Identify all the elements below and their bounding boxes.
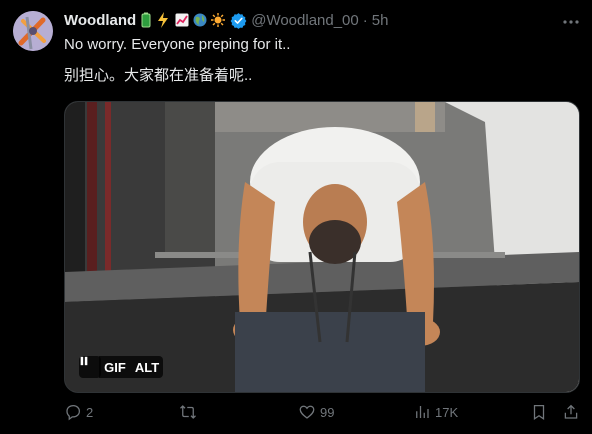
views-chart-icon	[416, 406, 429, 418]
pause-button[interactable]	[79, 356, 101, 378]
bookmark-button[interactable]	[530, 400, 548, 424]
globe-emoji	[193, 12, 207, 28]
share-icon	[564, 404, 578, 419]
chart-up-emoji	[175, 12, 189, 28]
bookmark-icon	[533, 404, 545, 420]
heart-icon	[299, 405, 315, 419]
tweet-header: Woodland @Woodland_00 · 5h	[64, 10, 388, 30]
tweet-text-line2: 别担心。大家都在准备着呢..	[64, 67, 253, 84]
tweet-media-gif[interactable]: GIF ALT	[64, 101, 580, 393]
reply-count: 2	[86, 404, 94, 420]
author-handle[interactable]: @Woodland_00	[251, 12, 359, 29]
views-button[interactable]: 17K	[413, 400, 458, 424]
retweet-icon	[180, 405, 196, 419]
avatar[interactable]	[13, 11, 53, 51]
like-count: 99	[320, 404, 335, 420]
verified-badge-icon	[230, 12, 247, 29]
reply-icon	[66, 404, 81, 421]
like-button[interactable]: 99	[298, 400, 334, 424]
tweet-text-line1: No worry. Everyone preping for it..	[64, 36, 291, 53]
gif-frame-image	[65, 102, 579, 392]
alt-text-button[interactable]: ALT	[131, 356, 163, 378]
share-button[interactable]	[562, 400, 580, 424]
separator-dot: ·	[362, 11, 368, 29]
more-options-icon[interactable]	[560, 12, 582, 32]
views-count: 17K	[435, 404, 459, 420]
tweet-time[interactable]: 5h	[372, 12, 389, 29]
battery-emoji	[139, 12, 153, 28]
tweet-actions-bar: 2 99 17K	[0, 400, 592, 424]
gif-label-button[interactable]: GIF	[99, 356, 131, 378]
author-name[interactable]: Woodland	[64, 12, 136, 29]
reply-button[interactable]: 2	[64, 400, 93, 424]
pause-icon	[80, 356, 88, 366]
sun-emoji	[211, 12, 226, 28]
retweet-button[interactable]	[179, 400, 201, 424]
lightning-emoji	[156, 12, 170, 28]
